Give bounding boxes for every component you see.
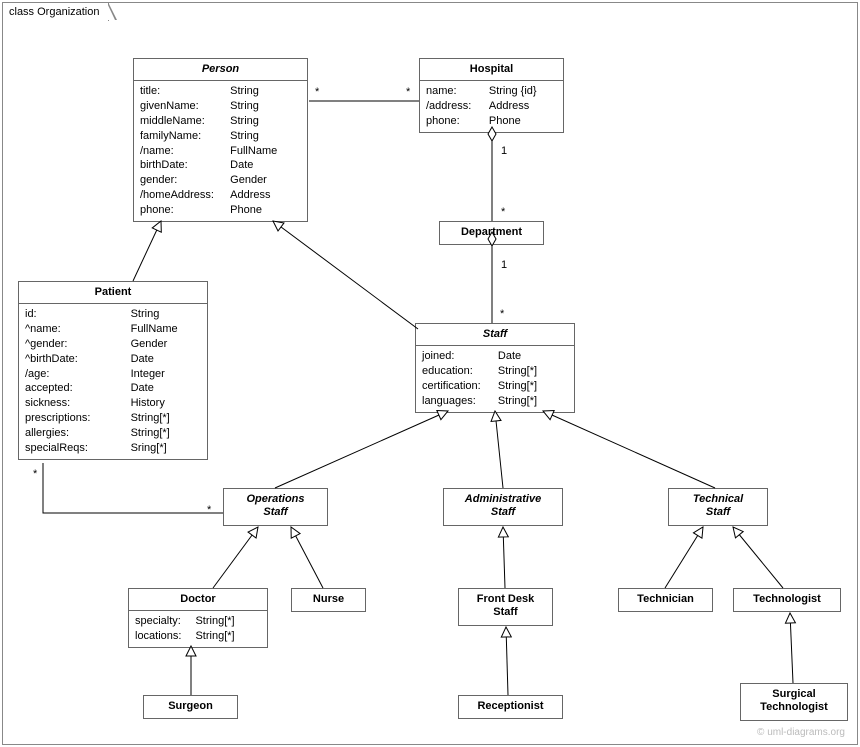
mult-person-hospital-right: * <box>406 86 410 98</box>
mult-patient-ops-right: * <box>207 504 211 516</box>
class-person: Person title:String givenName:String mid… <box>133 58 308 222</box>
class-technician: Technician <box>618 588 713 612</box>
class-surgeon: Surgeon <box>143 695 238 719</box>
class-person-title: Person <box>134 59 307 81</box>
class-doctor-attrs: specialty:String[*] locations:String[*] <box>129 611 267 647</box>
class-receptionist-title: Receptionist <box>459 696 562 717</box>
class-surgical-technologist-title: Surgical Technologist <box>741 684 847 718</box>
class-diagram-frame: class Organization Person title:String g… <box>2 2 858 745</box>
mult-patient-ops-left: * <box>33 468 37 480</box>
class-staff-attrs: joined:Date education:String[*] certific… <box>416 346 574 411</box>
class-hospital: Hospital name:String {id} /address:Addre… <box>419 58 564 133</box>
class-operations-staff-title: Operations Staff <box>224 489 327 523</box>
class-person-attrs: title:String givenName:String middleName… <box>134 81 307 221</box>
class-technical-staff-title: Technical Staff <box>669 489 767 523</box>
class-administrative-staff-title: Administrative Staff <box>444 489 562 523</box>
class-patient: Patient id:String ^name:FullName ^gender… <box>18 281 208 460</box>
class-front-desk-title: Front Desk Staff <box>459 589 552 623</box>
class-operations-staff: Operations Staff <box>223 488 328 526</box>
class-receptionist: Receptionist <box>458 695 563 719</box>
class-department-title: Department <box>440 222 543 243</box>
mult-dept-staff-top: 1 <box>501 259 507 271</box>
watermark: © uml-diagrams.org <box>757 727 845 738</box>
frame-title-tab: class Organization <box>2 2 109 21</box>
class-doctor-title: Doctor <box>129 589 267 611</box>
class-technologist-title: Technologist <box>734 589 840 610</box>
class-administrative-staff: Administrative Staff <box>443 488 563 526</box>
class-technologist: Technologist <box>733 588 841 612</box>
class-technical-staff: Technical Staff <box>668 488 768 526</box>
mult-hospital-dept-bottom: * <box>501 206 505 218</box>
class-nurse-title: Nurse <box>292 589 365 610</box>
class-doctor: Doctor specialty:String[*] locations:Str… <box>128 588 268 648</box>
mult-hospital-dept-top: 1 <box>501 145 507 157</box>
class-hospital-title: Hospital <box>420 59 563 81</box>
class-patient-attrs: id:String ^name:FullName ^gender:Gender … <box>19 304 207 458</box>
class-staff-title: Staff <box>416 324 574 346</box>
class-staff: Staff joined:Date education:String[*] ce… <box>415 323 575 413</box>
class-department: Department <box>439 221 544 245</box>
class-surgical-technologist: Surgical Technologist <box>740 683 848 721</box>
mult-person-hospital-left: * <box>315 86 319 98</box>
class-surgeon-title: Surgeon <box>144 696 237 717</box>
frame-title: class Organization <box>9 6 100 18</box>
class-technician-title: Technician <box>619 589 712 610</box>
mult-dept-staff-bottom: * <box>500 308 504 320</box>
class-nurse: Nurse <box>291 588 366 612</box>
class-patient-title: Patient <box>19 282 207 304</box>
class-front-desk-staff: Front Desk Staff <box>458 588 553 626</box>
class-hospital-attrs: name:String {id} /address:Address phone:… <box>420 81 563 132</box>
